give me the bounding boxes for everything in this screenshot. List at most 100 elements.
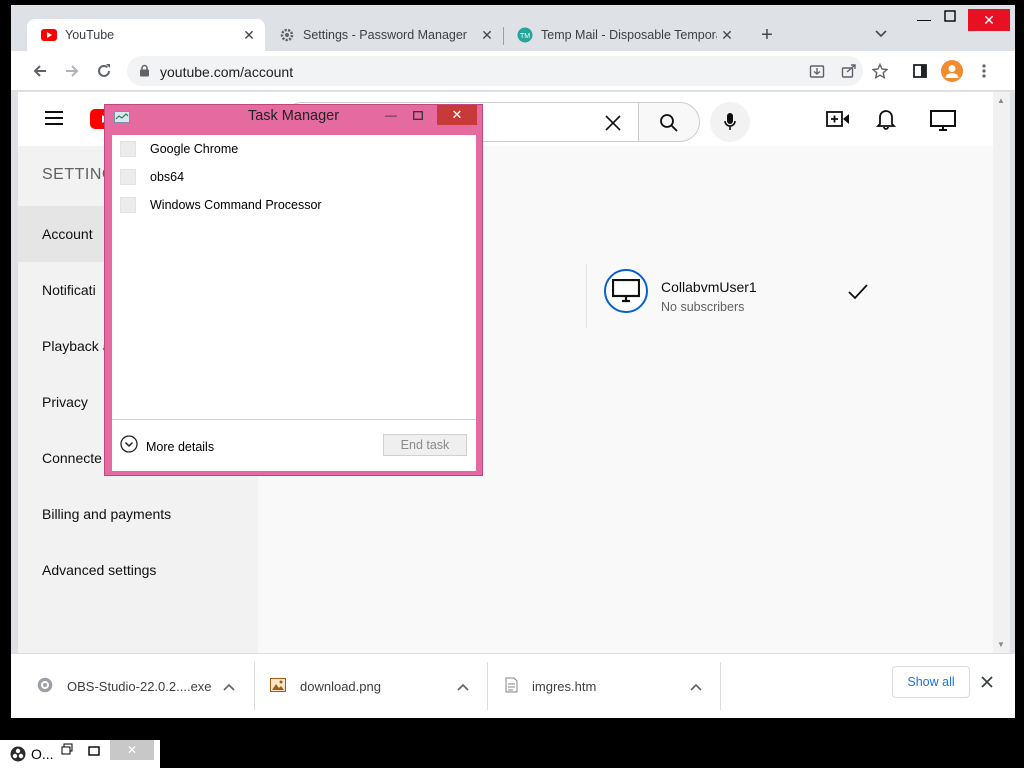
forward-button[interactable] bbox=[60, 59, 84, 83]
close-tab-icon[interactable]: ✕ bbox=[239, 25, 259, 45]
tab-title: YouTube bbox=[65, 28, 115, 42]
maximize-button[interactable] bbox=[88, 743, 100, 761]
maximize-window-button[interactable] bbox=[938, 9, 962, 25]
search-button[interactable] bbox=[638, 102, 700, 142]
sidebar-item-advanced-settings[interactable]: Advanced settings bbox=[18, 542, 258, 598]
app-icon bbox=[120, 169, 136, 185]
divider bbox=[254, 662, 255, 710]
divider bbox=[487, 662, 488, 710]
divider bbox=[586, 264, 587, 328]
close-window-button[interactable]: ✕ bbox=[968, 9, 1010, 31]
image-file-icon bbox=[270, 677, 286, 695]
microphone-icon bbox=[724, 112, 736, 137]
download-filename: imgres.htm bbox=[532, 678, 597, 694]
close-downloads-icon[interactable] bbox=[981, 675, 993, 693]
process-row[interactable]: Google Chrome bbox=[112, 135, 476, 163]
minimize-button[interactable]: — bbox=[378, 105, 404, 125]
more-details-toggle[interactable]: More details bbox=[120, 435, 214, 458]
task-manager-body: Google Chrome obs64 Windows Command Proc… bbox=[112, 135, 476, 471]
end-task-button[interactable]: End task bbox=[383, 434, 467, 456]
voice-search-button[interactable] bbox=[710, 102, 750, 142]
close-tab-icon[interactable]: ✕ bbox=[717, 25, 737, 45]
reload-button[interactable] bbox=[92, 59, 116, 83]
tab-temp-mail[interactable]: TM Temp Mail - Disposable Tempora ✕ bbox=[503, 19, 743, 51]
download-filename: download.png bbox=[300, 678, 381, 694]
minimized-window[interactable]: O... ✕ bbox=[0, 740, 160, 768]
channel-name[interactable]: CollabvmUser1 bbox=[661, 279, 757, 295]
tab-strip: YouTube ✕ Settings - Password Manager ✕ … bbox=[11, 5, 1015, 51]
download-item-png[interactable]: download.png bbox=[270, 654, 381, 718]
notifications-bell-icon[interactable] bbox=[875, 108, 897, 135]
tab-settings-password-manager[interactable]: Settings - Password Manager ✕ bbox=[265, 19, 503, 51]
chevron-up-icon[interactable] bbox=[457, 678, 469, 696]
search-icon bbox=[659, 113, 679, 138]
obs-icon bbox=[10, 746, 26, 767]
sidebar-item-label: Connecte bbox=[42, 450, 102, 466]
back-button[interactable] bbox=[28, 59, 52, 83]
sidebar-item-label: Privacy bbox=[42, 394, 88, 410]
close-button[interactable]: ✕ bbox=[110, 740, 154, 760]
downloads-bar: OBS-Studio-22.0.2....exe download.png im… bbox=[11, 653, 1015, 718]
divider bbox=[720, 662, 721, 710]
sidebar-item-label: Billing and payments bbox=[42, 506, 172, 522]
obs-file-icon bbox=[37, 677, 53, 696]
browser-toolbar: youtube.com/account bbox=[11, 51, 1015, 91]
download-item-htm[interactable]: imgres.htm bbox=[505, 654, 596, 718]
sidebar-item-billing[interactable]: Billing and payments bbox=[18, 486, 258, 542]
url-text[interactable]: youtube.com/account bbox=[160, 64, 293, 80]
page-scrollbar[interactable]: ▲ ▼ bbox=[993, 92, 1010, 653]
chevron-up-icon[interactable] bbox=[223, 678, 235, 696]
tab-title: Temp Mail - Disposable Tempora bbox=[541, 28, 717, 42]
bookmark-star-icon[interactable] bbox=[868, 59, 892, 83]
process-name: Windows Command Processor bbox=[150, 198, 322, 212]
new-tab-button[interactable]: + bbox=[755, 23, 779, 47]
chevron-down-circle-icon bbox=[120, 435, 138, 458]
process-name: obs64 bbox=[150, 170, 185, 184]
chevron-up-icon[interactable] bbox=[690, 678, 702, 696]
document-file-icon bbox=[505, 677, 518, 696]
share-icon[interactable] bbox=[837, 59, 861, 83]
account-monitor-icon[interactable] bbox=[929, 110, 957, 137]
profile-avatar[interactable] bbox=[940, 59, 964, 83]
maximize-button[interactable] bbox=[405, 105, 431, 125]
task-manager-window[interactable]: Task Manager — ✕ Google Chrome obs64 Win… bbox=[104, 104, 483, 476]
channel-avatar[interactable] bbox=[604, 269, 648, 313]
scroll-up-arrow-icon[interactable]: ▲ bbox=[997, 96, 1005, 105]
scroll-down-arrow-icon[interactable]: ▼ bbox=[997, 640, 1005, 649]
show-all-button[interactable]: Show all bbox=[892, 666, 970, 698]
lock-icon[interactable] bbox=[139, 64, 150, 82]
tab-search-button[interactable] bbox=[875, 27, 887, 41]
address-bar[interactable]: youtube.com/account bbox=[127, 56, 863, 86]
restore-button[interactable] bbox=[61, 743, 73, 758]
download-filename: OBS-Studio-22.0.2....exe bbox=[67, 678, 212, 694]
download-item-obs[interactable]: OBS-Studio-22.0.2....exe bbox=[37, 654, 212, 718]
checkmark-icon bbox=[848, 284, 868, 305]
close-button[interactable]: ✕ bbox=[437, 105, 477, 125]
minimized-window-label: O... bbox=[31, 746, 54, 762]
hamburger-menu-icon[interactable] bbox=[44, 110, 64, 131]
sidebar-item-label: Account bbox=[42, 226, 93, 242]
youtube-icon bbox=[41, 27, 57, 43]
tab-youtube[interactable]: YouTube ✕ bbox=[27, 19, 265, 51]
process-name: Google Chrome bbox=[150, 142, 239, 156]
app-icon bbox=[120, 197, 136, 213]
install-app-icon[interactable] bbox=[805, 59, 829, 83]
channel-subscribers: No subscribers bbox=[661, 300, 745, 314]
process-row[interactable]: obs64 bbox=[112, 163, 476, 191]
process-row[interactable]: Windows Command Processor bbox=[112, 191, 476, 219]
tab-title: Settings - Password Manager bbox=[303, 28, 467, 42]
minimize-window-button[interactable]: — bbox=[912, 11, 936, 27]
more-details-label: More details bbox=[146, 439, 215, 454]
svg-text:TM: TM bbox=[520, 33, 530, 40]
sidebar-item-label: Playback a bbox=[42, 338, 111, 354]
app-icon bbox=[120, 141, 136, 157]
sidebar-item-label: Notificati bbox=[42, 282, 96, 298]
task-manager-footer: More details End task bbox=[112, 419, 476, 471]
clear-search-icon[interactable] bbox=[604, 114, 622, 137]
create-video-icon[interactable] bbox=[826, 110, 850, 133]
close-tab-icon[interactable]: ✕ bbox=[477, 25, 497, 45]
sidebar-item-label: Advanced settings bbox=[42, 562, 157, 578]
side-panel-icon[interactable] bbox=[908, 59, 932, 83]
chrome-menu-icon[interactable] bbox=[972, 59, 996, 83]
tempmail-icon: TM bbox=[517, 27, 533, 43]
